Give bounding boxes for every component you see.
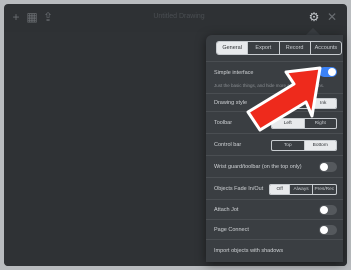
tab-general[interactable]: General xyxy=(217,42,248,54)
plus-icon[interactable]: + xyxy=(10,11,22,23)
wrist-guard-toggle[interactable] xyxy=(319,162,337,172)
close-icon[interactable]: ✕ xyxy=(326,11,338,23)
objects-fade-always-option[interactable]: Always xyxy=(289,185,311,194)
document-title: Untitled Drawing xyxy=(153,13,205,20)
tab-accounts[interactable]: Accounts xyxy=(309,42,341,54)
control-bar-label: Control bar xyxy=(214,142,242,148)
import-shadows-row[interactable]: Import objects with shadows xyxy=(206,239,343,262)
objects-fade-pres-option[interactable]: Pres/Rec xyxy=(311,185,336,194)
tab-export[interactable]: Export xyxy=(247,42,278,54)
page-connect-label: Page Connect xyxy=(214,227,249,233)
top-toolbar: + ▦ ⇪ Untitled Drawing ⚙ ✕ xyxy=(4,4,347,32)
toggle-knob xyxy=(320,163,328,171)
settings-tabs: General Export Record Accounts xyxy=(216,41,342,55)
objects-fade-segment: Off Always Pres/Rec xyxy=(269,184,337,195)
attach-jot-toggle[interactable] xyxy=(319,205,337,215)
control-bar-bottom-option[interactable]: Bottom xyxy=(303,141,336,150)
page-connect-toggle[interactable] xyxy=(319,225,337,235)
objects-fade-label: Objects Fade In/Out xyxy=(214,186,264,192)
attach-jot-label: Attach Jot xyxy=(214,207,239,213)
attach-jot-row: Attach Jot xyxy=(206,199,343,220)
objects-fade-off-option[interactable]: Off xyxy=(270,185,290,194)
tab-record[interactable]: Record xyxy=(278,42,310,54)
share-icon[interactable]: ⇪ xyxy=(42,11,54,23)
control-bar-top-option[interactable]: Top xyxy=(272,141,304,150)
grid-icon[interactable]: ▦ xyxy=(26,11,38,23)
objects-fade-row: Objects Fade In/Out Off Always Pres/Rec xyxy=(206,177,343,200)
import-shadows-label: Import objects with shadows xyxy=(214,248,284,254)
toggle-knob xyxy=(320,206,328,214)
red-arrow-annotation xyxy=(246,66,322,132)
wrist-guard-row: Wrist guard/toolbar (on the top only) xyxy=(206,155,343,178)
page-connect-row: Page Connect xyxy=(206,219,343,240)
gear-icon[interactable]: ⚙ xyxy=(308,11,320,23)
wrist-guard-label: Wrist guard/toolbar (on the top only) xyxy=(214,164,302,170)
toggle-knob xyxy=(320,226,328,234)
